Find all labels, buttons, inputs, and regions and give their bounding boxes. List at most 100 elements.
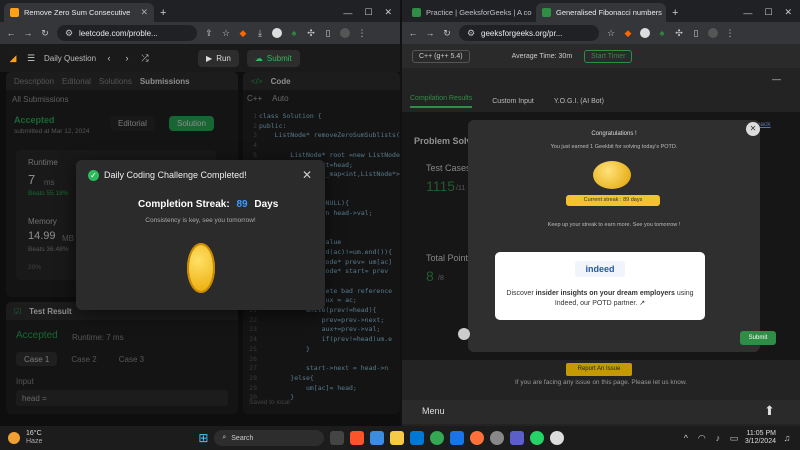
back-icon[interactable]: ← (408, 28, 418, 38)
share-icon[interactable]: ⇪ (204, 28, 214, 38)
close-icon[interactable]: ✕ (302, 168, 312, 182)
indeed-ad-card[interactable]: indeed Discover insider insights on your… (495, 252, 705, 320)
sidepanel-icon[interactable]: ▯ (323, 28, 333, 38)
site-info-icon[interactable]: ⚙ (466, 28, 476, 38)
indeed-logo: indeed (575, 261, 625, 277)
volume-icon[interactable]: ♪ (713, 433, 723, 443)
scroll-up-icon[interactable]: ⬆ (764, 403, 775, 419)
firefox-icon[interactable] (470, 431, 485, 445)
daily-question-link[interactable]: Daily Question (44, 54, 96, 63)
brave-icon[interactable] (350, 431, 365, 445)
reload-icon[interactable]: ↻ (442, 28, 452, 38)
puzzle-icon[interactable]: ✣ (306, 28, 316, 38)
new-tab-button[interactable]: + (154, 3, 172, 22)
whatsapp-icon[interactable] (530, 431, 545, 445)
bookmark-star-icon[interactable]: ☆ (606, 28, 616, 38)
current-streak-badge: Current streak : 89 days (566, 195, 660, 206)
run-button[interactable]: ▶ Run (198, 49, 239, 67)
forward-icon[interactable]: → (23, 28, 33, 38)
menu-kebab-icon[interactable]: ⋮ (725, 28, 735, 38)
settings-gear-icon[interactable] (490, 431, 505, 445)
taskbar-search[interactable]: ⌕ Search (214, 430, 325, 446)
battery-icon[interactable]: ▭ (729, 433, 739, 443)
weather-desc: Haze (26, 438, 43, 445)
language-select[interactable]: C++ (g++ 5.4) (412, 49, 470, 63)
extension-icon[interactable]: ◆ (623, 28, 633, 38)
menu-kebab-icon[interactable]: ⋮ (357, 28, 367, 38)
gfg-extension-icon[interactable]: ♠ (657, 28, 667, 38)
weather-temp: 16°C (26, 430, 42, 437)
start-timer-button[interactable]: Start Timer (584, 49, 633, 63)
close-window-icon[interactable]: ✕ (384, 7, 392, 18)
gfg-extension-icon[interactable]: ♠ (289, 28, 299, 38)
left-tab-strip: Remove Zero Sum Consecutive ✕ + — ☐ ✕ (0, 0, 400, 22)
maximize-icon[interactable]: ☐ (764, 7, 772, 18)
prev-icon[interactable]: ‹ (104, 53, 114, 63)
download-icon[interactable]: ⤓ (255, 28, 265, 38)
site-info-icon[interactable]: ⚙ (64, 28, 74, 38)
wifi-icon[interactable]: ◠ (697, 433, 707, 443)
leetcode-browser-window: Remove Zero Sum Consecutive ✕ + — ☐ ✕ ← … (0, 0, 400, 426)
weather-widget[interactable]: 16°C Haze (26, 430, 42, 446)
window-divider (400, 0, 402, 426)
clock[interactable]: 11:05 PM 3/12/2024 (745, 430, 776, 446)
forward-icon[interactable]: → (425, 28, 435, 38)
report-issue-button[interactable]: Report An Issue (566, 363, 632, 376)
tab-yogi-bot[interactable]: Y.O.G.I. (AI Bot) (554, 98, 604, 105)
omnibox[interactable]: ⚙ geeksforgeeks.org/pr... (459, 25, 599, 41)
shuffle-icon[interactable]: ⤮ (140, 53, 150, 63)
omnibox[interactable]: ⚙ leetcode.com/proble... (57, 25, 197, 41)
store-icon[interactable] (410, 431, 425, 445)
chrome-profile-icon[interactable] (550, 431, 565, 445)
extension-avatar-icon[interactable] (272, 28, 282, 38)
extension-avatar-icon[interactable] (640, 28, 650, 38)
tab-gfg-practice[interactable]: Practice | GeeksforGeeks | A co ✕ (406, 3, 536, 22)
tab-compilation-results[interactable]: Compilation Results (410, 95, 473, 108)
weather-icon[interactable] (8, 432, 20, 444)
tab-gfg-fibonacci[interactable]: Generalised Fibonacci numbers ✕ (536, 3, 666, 22)
edge-icon[interactable] (450, 431, 465, 445)
tab-custom-input[interactable]: Custom Input (492, 98, 534, 105)
minimize-icon[interactable]: — (343, 8, 352, 18)
next-icon[interactable]: › (122, 53, 132, 63)
leetcode-logo-icon[interactable]: ◢ (8, 53, 18, 63)
profile-avatar[interactable] (340, 28, 350, 38)
close-icon[interactable]: ✕ (746, 122, 760, 136)
window-controls: — ☐ ✕ (335, 3, 400, 22)
chevron-up-icon[interactable]: ^ (681, 433, 691, 443)
new-tab-button[interactable]: + (666, 3, 684, 22)
windows-start-icon[interactable]: ⊞ (198, 431, 208, 445)
reload-icon[interactable]: ↻ (40, 28, 50, 38)
right-address-bar: ← → ↻ ⚙ geeksforgeeks.org/pr... ☆ ◆ ♠ ✣ … (402, 22, 800, 44)
external-link-icon: ↗ (639, 300, 646, 307)
extension-icon[interactable]: ◆ (238, 28, 248, 38)
close-window-icon[interactable]: ✕ (784, 7, 792, 18)
leetcode-favicon (10, 8, 19, 17)
gear-icon[interactable] (458, 328, 470, 340)
back-icon[interactable]: ← (6, 28, 16, 38)
notification-bell-icon[interactable]: ♫ (782, 433, 792, 443)
file-explorer-icon[interactable] (390, 431, 405, 445)
list-icon[interactable]: ☰ (26, 53, 36, 63)
chrome-icon[interactable] (430, 431, 445, 445)
menu-button[interactable]: Menu (422, 406, 445, 416)
tab-leetcode[interactable]: Remove Zero Sum Consecutive ✕ (4, 3, 154, 22)
mail-icon[interactable] (370, 431, 385, 445)
gfg-browser-window: Practice | GeeksforGeeks | A co ✕ Genera… (402, 0, 800, 426)
teams-icon[interactable] (510, 431, 525, 445)
close-icon[interactable]: ✕ (140, 7, 148, 18)
search-icon: ⌕ (222, 434, 227, 441)
sidepanel-icon[interactable]: ▯ (691, 28, 701, 38)
submit-button[interactable]: Submit (740, 331, 776, 345)
submit-button[interactable]: ☁ Submit (246, 49, 300, 67)
task-view-icon[interactable] (330, 431, 345, 445)
gfg-favicon (412, 8, 421, 17)
left-address-bar: ← → ↻ ⚙ leetcode.com/proble... ⇪ ☆ ◆ ⤓ ♠… (0, 22, 400, 44)
minimize-icon[interactable]: — (743, 8, 752, 18)
maximize-icon[interactable]: ☐ (364, 7, 372, 18)
bookmark-star-icon[interactable]: ☆ (221, 28, 231, 38)
streak-unit: Days (254, 199, 279, 210)
profile-avatar[interactable] (708, 28, 718, 38)
collapse-icon[interactable]: — (772, 74, 781, 84)
puzzle-icon[interactable]: ✣ (674, 28, 684, 38)
